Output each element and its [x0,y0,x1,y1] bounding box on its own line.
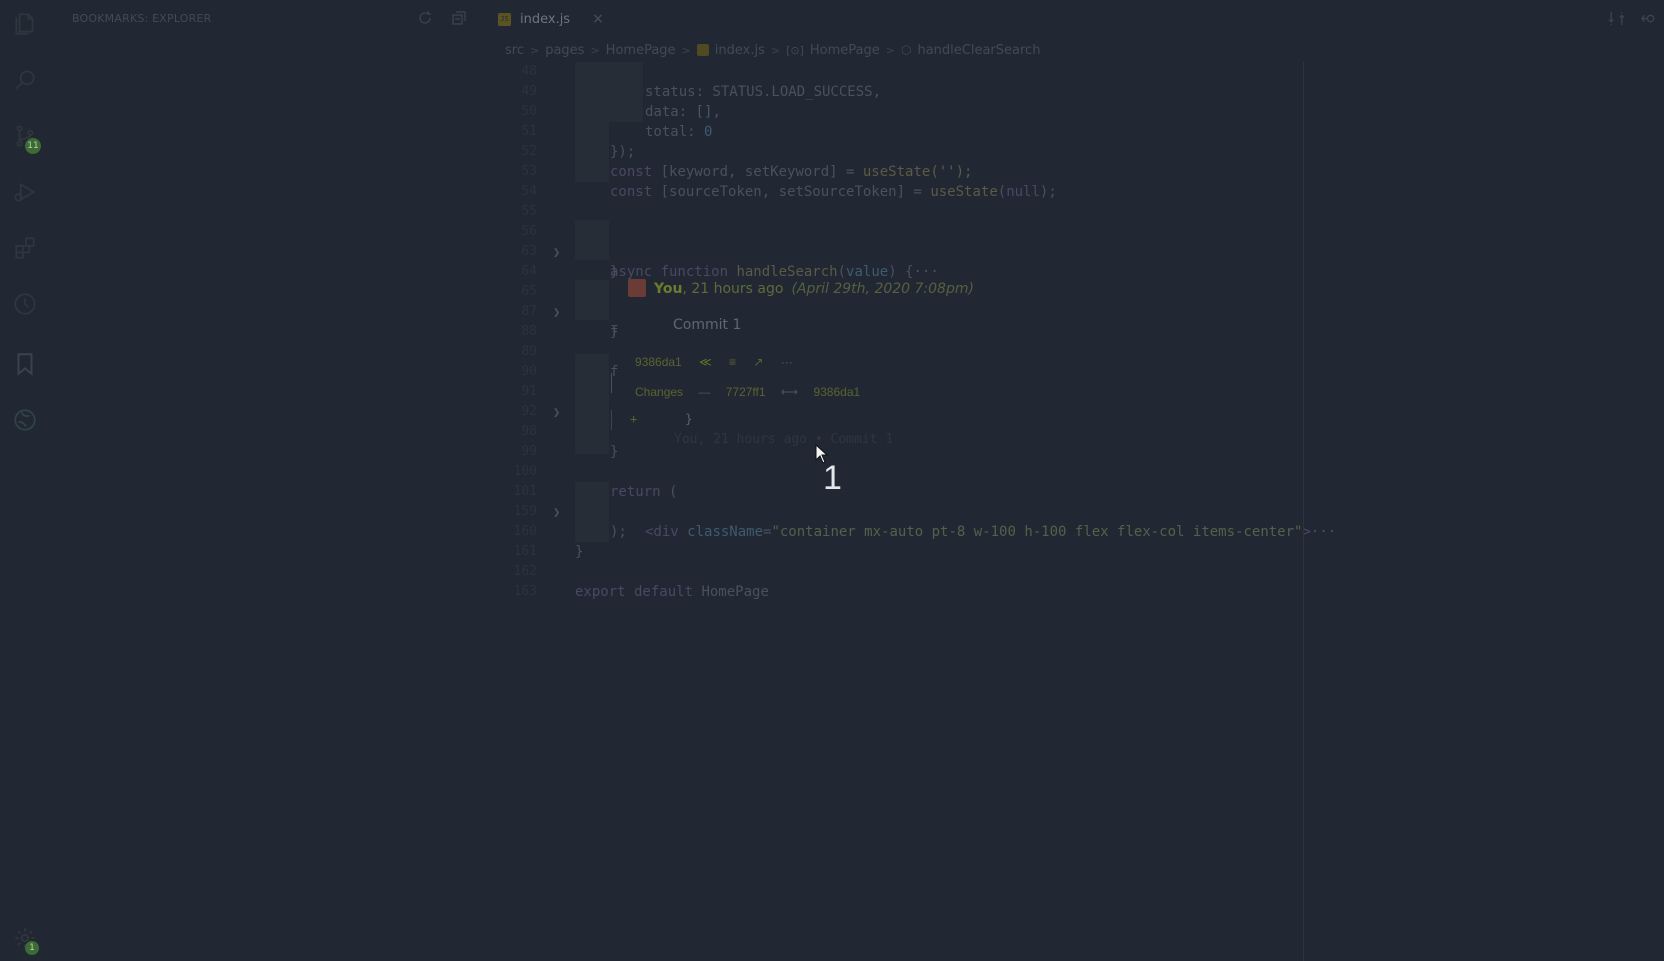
blame-time: , 21 hours ago [682,281,784,297]
commit-message: Commit 1 [673,317,742,333]
search-icon[interactable] [0,58,50,102]
settings-gear-icon[interactable]: 1 [0,916,50,960]
close-tab-icon[interactable]: × [592,11,604,27]
code-line: status: STATUS.LOAD_SUCCESS, [645,84,882,100]
method-icon: ⬡ [900,43,912,57]
source-control-icon[interactable]: 11 [0,114,50,158]
diff-plus: + [630,412,638,426]
changes-row: Changes — 7727ff1 ⟷ 9386da1 [635,385,860,399]
bookmarks-panel: BOOKMARKS: EXPLORER [50,0,477,961]
tab-bar: JS index.js × [477,0,1664,38]
code-line: }); [610,144,636,160]
breadcrumb-file[interactable]: index.js [715,43,765,58]
step-number: 1 [823,459,842,497]
diff-brace: } [685,412,693,426]
blame-author[interactable]: You [654,281,682,297]
more-icon[interactable]: ··· [781,355,793,369]
tab-label: index.js [520,11,571,27]
to-sha-link[interactable]: 9386da1 [813,385,860,399]
chevron-right-icon: > [529,43,540,57]
scm-badge: 11 [25,138,41,154]
dash-separator: — [698,385,711,399]
list-icon[interactable]: ≡ [729,355,736,369]
chevron-right-icon: > [770,43,781,57]
chevron-right-icon: > [590,43,600,57]
code-line: ); [610,524,627,540]
blame-header: You, 21 hours ago (April 29th, 2020 7:08p… [654,281,974,297]
tab-index-js[interactable]: JS index.js × [498,0,604,38]
code-line: return ( [610,484,678,500]
code-line: ❯ async function handleSearch(value) {··… [477,222,1664,280]
code-line: export default HomePage [575,584,769,600]
settings-badge: 1 [25,941,39,955]
extensions-icon[interactable] [0,226,50,270]
explorer-icon[interactable] [0,2,50,46]
activity-bar: 11 1 [0,0,50,961]
from-sha-link[interactable]: 7727ff1 [726,385,766,399]
breadcrumb-src[interactable]: src [505,43,524,58]
run-debug-icon[interactable] [0,170,50,214]
code-line: total: 0 [645,124,713,140]
bookmark-icon[interactable] [0,342,50,386]
panel-title: BOOKMARKS: EXPLORER [72,12,212,25]
inline-blame-ghost: You, 21 hours ago • Commit 1 [674,432,894,447]
blame-date: (April 29th, 2020 7:08pm) [791,281,974,297]
code-line: data: [], [645,104,721,120]
open-changes-icon[interactable] [1641,10,1658,27]
variable-icon: [⊙] [786,43,804,57]
changes-link[interactable]: Changes [635,385,683,399]
text-cursor [611,373,612,393]
compare-arrow-icon: ⟷ [780,385,799,399]
breadcrumb-symbol[interactable]: handleClearSearch [917,43,1040,58]
code-line: const [sourceToken, setSourceToken] = us… [610,184,1057,200]
editor-ruler [1303,62,1304,961]
breadcrumb-component[interactable]: HomePage [810,43,880,58]
breadcrumb-pages[interactable]: pages [545,43,584,58]
code-editor[interactable]: 48 49 50 51 52 53 54 55 56 63 64 65 87 8… [477,62,1664,961]
diff-gutter [611,410,612,430]
show-commit-icon[interactable]: ≪ [699,355,712,369]
diff-line: +} [630,412,692,426]
js-file-icon: JS [498,12,511,26]
compare-changes-icon[interactable] [1608,10,1625,27]
commit-actions: 9386da1 ≪ ≡ ↗ ··· [635,355,793,369]
live-share-icon[interactable] [0,398,50,442]
chevron-right-icon: > [885,43,895,57]
breadcrumb: src > pages > HomePage > index.js > [⊙] … [505,40,1040,60]
code-line: ❯ <div className="container mx-auto pt-8… [477,482,1664,540]
breadcrumb-homepage-folder[interactable]: HomePage [606,43,676,58]
js-file-icon [696,44,709,56]
fold-chevron-icon[interactable]: ❯ [553,402,565,422]
timeline-icon[interactable] [0,282,50,326]
code-line: } [610,264,619,280]
open-external-icon[interactable]: ↗ [753,355,763,369]
avatar [628,279,646,297]
code-line: } [575,544,584,560]
collapse-all-icon[interactable] [451,10,467,26]
code-line: const [keyword, setKeyword] = useState('… [610,164,973,180]
code-line: } [610,324,619,340]
chevron-right-icon: > [681,43,691,57]
commit-sha-link[interactable]: 9386da1 [635,355,682,369]
refresh-icon[interactable] [417,10,433,26]
